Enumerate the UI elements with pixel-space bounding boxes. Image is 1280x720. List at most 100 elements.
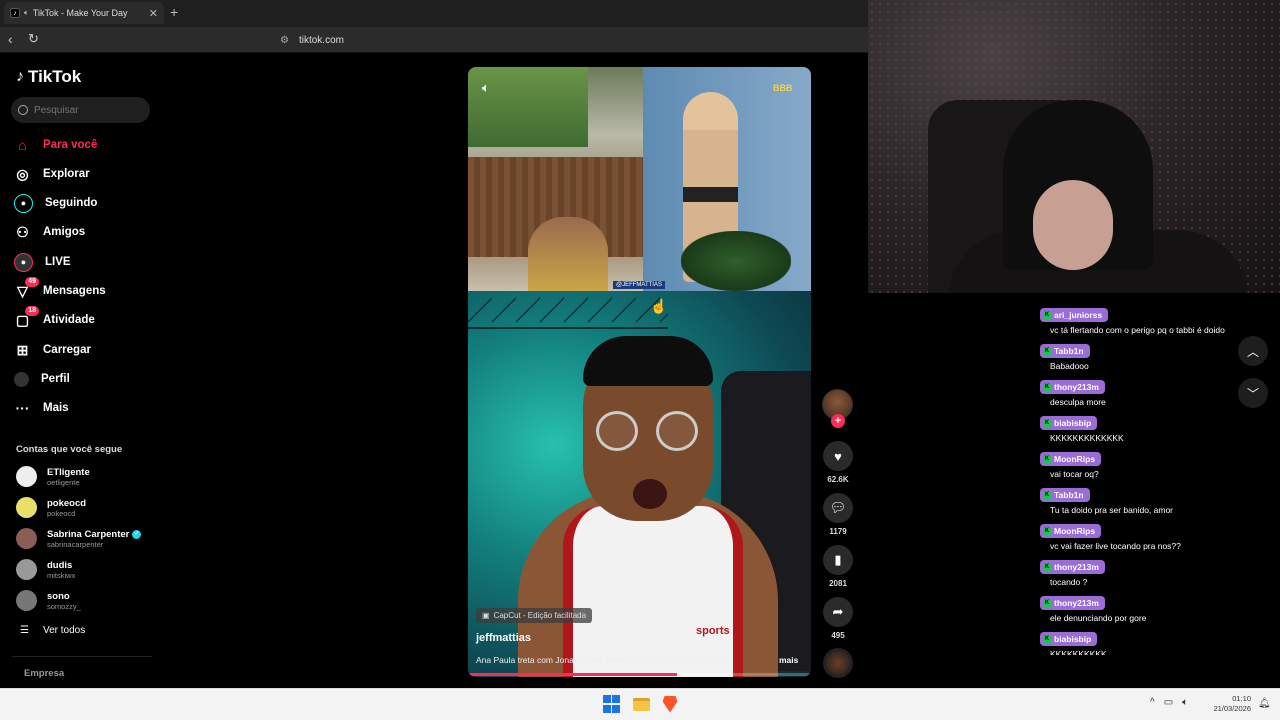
close-tab-icon[interactable]: ✕ (149, 7, 158, 20)
messages-icon: ▽ 49 (14, 276, 39, 300)
like-count: 62.6K (827, 475, 849, 484)
more-button[interactable]: mais (779, 655, 798, 665)
save-action[interactable]: ▮ 2081 (822, 545, 854, 588)
tiktok-logo[interactable]: ♪ TikTok (16, 67, 81, 87)
chat-message: Kari_juniorssvc tá flertando com o perig… (1040, 303, 1250, 335)
share-icon[interactable]: ➦ (823, 597, 853, 627)
followed-account[interactable]: sono somozzy_ (16, 590, 81, 611)
nav-label: Mais (43, 402, 69, 414)
followed-account[interactable]: dudis mitskiwx (16, 559, 75, 580)
account-name: sono (47, 590, 70, 602)
chat-text: Tu ta doido pra ser banido, amor (1050, 505, 1174, 515)
speaker-icon[interactable]: 🔈︎ (24, 8, 29, 18)
scene-glasses-left (596, 411, 638, 451)
follow-plus-icon[interactable]: + (831, 414, 845, 428)
activity-badge: 18 (25, 305, 39, 316)
account-name: dudis (47, 559, 73, 571)
chat-username[interactable]: Kbiabisbip (1040, 632, 1098, 646)
scene-plant (681, 231, 791, 291)
chat-username[interactable]: K MoonRips (1040, 524, 1102, 538)
network-icon[interactable]: ▭ (1164, 697, 1173, 708)
chat-text: vc tá flertando com o perigo pq o tabbi … (1050, 325, 1225, 335)
webcam-overlay (868, 0, 1280, 293)
chat-username[interactable]: K MoonRips (1040, 452, 1102, 466)
next-video-button[interactable]: ﹀ (1238, 378, 1268, 408)
url-text: tiktok.com (298, 34, 344, 46)
bookmark-icon[interactable]: ▮ (823, 545, 853, 575)
chat-username[interactable]: Kbiabisbip (1040, 416, 1098, 430)
nav-perfil[interactable]: Perfil (14, 369, 70, 389)
avatar (16, 497, 37, 518)
chat-username[interactable]: Kthony213m (1040, 560, 1105, 574)
see-all-button[interactable]: ☰ Ver todos (20, 625, 85, 636)
subscriber-badge-icon: K (1043, 527, 1051, 535)
nav-mais[interactable]: ··· Mais (14, 398, 69, 418)
site-settings-icon[interactable]: ⚙ (280, 35, 289, 46)
chevron-up-icon[interactable]: ^ (1150, 697, 1155, 708)
heart-icon[interactable]: ♥ (823, 441, 853, 471)
chat-username[interactable]: K Tabb1n (1040, 344, 1090, 358)
like-action[interactable]: ♥ 62.6K (822, 441, 854, 484)
scene-mouth (633, 479, 667, 509)
nav-para-voce[interactable]: ⌂ Para você (14, 135, 97, 155)
followed-account[interactable]: Sabrina Carpenter ✓ sabrinacarpenter (16, 528, 142, 549)
brave-browser-icon[interactable] (661, 695, 679, 713)
avatar (16, 528, 37, 549)
username-text: ari_juniorss (1054, 310, 1103, 320)
search-box[interactable] (11, 97, 150, 123)
chat-username[interactable]: K Tabb1n (1040, 488, 1090, 502)
nav-amigos[interactable]: ⚇ Amigos (14, 222, 85, 242)
system-tray[interactable]: ^ ▭ 🔈︎ (1150, 697, 1188, 708)
account-name: ETligente (47, 466, 90, 478)
nav-mensagens[interactable]: ▽ 49 Mensagens (14, 276, 106, 301)
search-input[interactable] (34, 104, 134, 116)
nav-seguindo[interactable]: ● Seguindo (14, 193, 97, 213)
nav-label: Carregar (43, 344, 91, 356)
tab-title: TikTok - Make Your Day (32, 8, 128, 18)
followed-account[interactable]: ETligente oetligente (16, 466, 90, 487)
nav-explorar[interactable]: ◎ Explorar (14, 164, 89, 184)
music-disc-icon[interactable] (823, 648, 853, 678)
comment-action[interactable]: 💬︎ 1179 (822, 493, 854, 536)
chevron-down-icon: ﹀ (1246, 386, 1259, 401)
browser-tab[interactable]: ♪ 🔈︎ TikTok - Make Your Day ✕ (4, 2, 164, 24)
reload-icon[interactable]: ↻ (28, 31, 39, 47)
company-link[interactable]: Empresa (24, 668, 64, 679)
volume-icon[interactable]: 🔈︎ (1182, 697, 1188, 708)
windows-start-icon[interactable] (602, 695, 620, 713)
nav-atividade[interactable]: ▢ 18 Atividade (14, 305, 95, 330)
comment-icon[interactable]: 💬︎ (823, 493, 853, 523)
share-action[interactable]: ➦ 495 (822, 597, 854, 640)
account-handle: somozzy_ (47, 601, 81, 611)
nav-live[interactable]: ● LIVE (14, 252, 71, 272)
volume-icon[interactable]: 🔈︎ (482, 80, 490, 96)
friends-icon: ⚇ (16, 223, 29, 240)
new-tab-button[interactable]: + (170, 4, 178, 20)
username-text: Tabb1n (1054, 346, 1084, 356)
nav-label: Amigos (43, 226, 86, 238)
video-author[interactable]: jeffmattias (476, 632, 531, 644)
subscriber-badge-icon: K (1043, 383, 1051, 391)
file-explorer-icon[interactable] (632, 695, 650, 713)
capcut-badge[interactable]: ▣ CapCut - Edição facilitada (476, 608, 593, 623)
capcut-label: CapCut - Edição facilitada (493, 611, 587, 620)
chat-username[interactable]: Kthony213m (1040, 596, 1105, 610)
chat-message: K MoonRips vai tocar oq? (1040, 447, 1250, 479)
chat-username[interactable]: Kthony213m (1040, 380, 1105, 394)
video-player[interactable]: 🔈︎ BBB @JEFFMATTIAS sports ▣ CapCut - Ed… (468, 67, 811, 677)
chat-text: ele denunciando por gore (1050, 613, 1147, 623)
clock[interactable]: 01:10 21/03/2026 (1206, 694, 1251, 714)
save-count: 2081 (829, 579, 847, 588)
followed-account[interactable]: pokeocd pokeocd (16, 497, 86, 518)
back-icon[interactable]: ‹ (8, 31, 13, 47)
notification-icon[interactable]: 🔔︎ (1258, 698, 1271, 709)
scene-glasses-right (656, 411, 698, 451)
progress-fill (468, 673, 678, 676)
username-text: thony213m (1054, 382, 1099, 392)
chat-username[interactable]: Kari_juniorss (1040, 308, 1109, 322)
previous-video-button[interactable]: ︿ (1238, 336, 1268, 366)
hand-cursor-icon: ☝ (650, 298, 668, 314)
chat-message: K Tabb1n Tu ta doido pra ser banido, amor (1040, 483, 1250, 515)
address-bar[interactable]: ⚙ tiktok.com (280, 31, 868, 49)
nav-carregar[interactable]: ⊞ Carregar (14, 340, 91, 360)
